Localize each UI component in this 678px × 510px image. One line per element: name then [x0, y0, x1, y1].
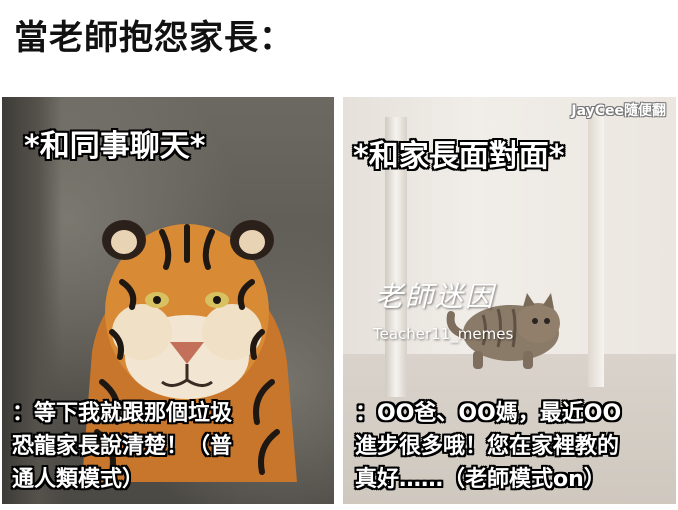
left-top-caption: *和同事聊天*	[24, 129, 206, 164]
left-caption-line-2: 恐龍家長說清楚！（普	[12, 434, 233, 459]
left-bottom-caption: ：等下我就跟那個垃圾 恐龍家長說清楚！（普 通人類模式）	[12, 397, 232, 496]
watermark-title: 老師迷因	[375, 280, 496, 313]
tiger-panel: *和同事聊天* ：等下我就跟那個垃圾 恐龍家長說清楚！（普 通人類模式）	[2, 97, 334, 504]
left-caption-line-3: 通人類模式）	[12, 467, 145, 492]
meme-title: 當老師抱怨家長：	[14, 18, 294, 58]
door-frame-right	[588, 117, 604, 387]
right-caption-line-2: 進步很多哦！您在家裡教的	[355, 434, 620, 459]
left-caption-line-1: ：等下我就跟那個垃圾	[12, 401, 233, 426]
right-caption-line-3: 真好……（老師模式on）	[355, 467, 606, 492]
cat-panel: JayCee隨便翻 *和家長面對面* 老師迷因 Teacher11_memes …	[343, 97, 676, 504]
watermark-handle: Teacher11_memes	[373, 325, 514, 343]
right-caption-line-1: ：OO爸、OO媽，最近OO	[355, 401, 622, 426]
right-top-caption: *和家長面對面*	[353, 139, 565, 174]
credit-text: JayCee隨便翻	[571, 103, 666, 119]
right-bottom-caption: ：OO爸、OO媽，最近OO 進步很多哦！您在家裡教的 真好……（老師模式on）	[355, 397, 621, 496]
